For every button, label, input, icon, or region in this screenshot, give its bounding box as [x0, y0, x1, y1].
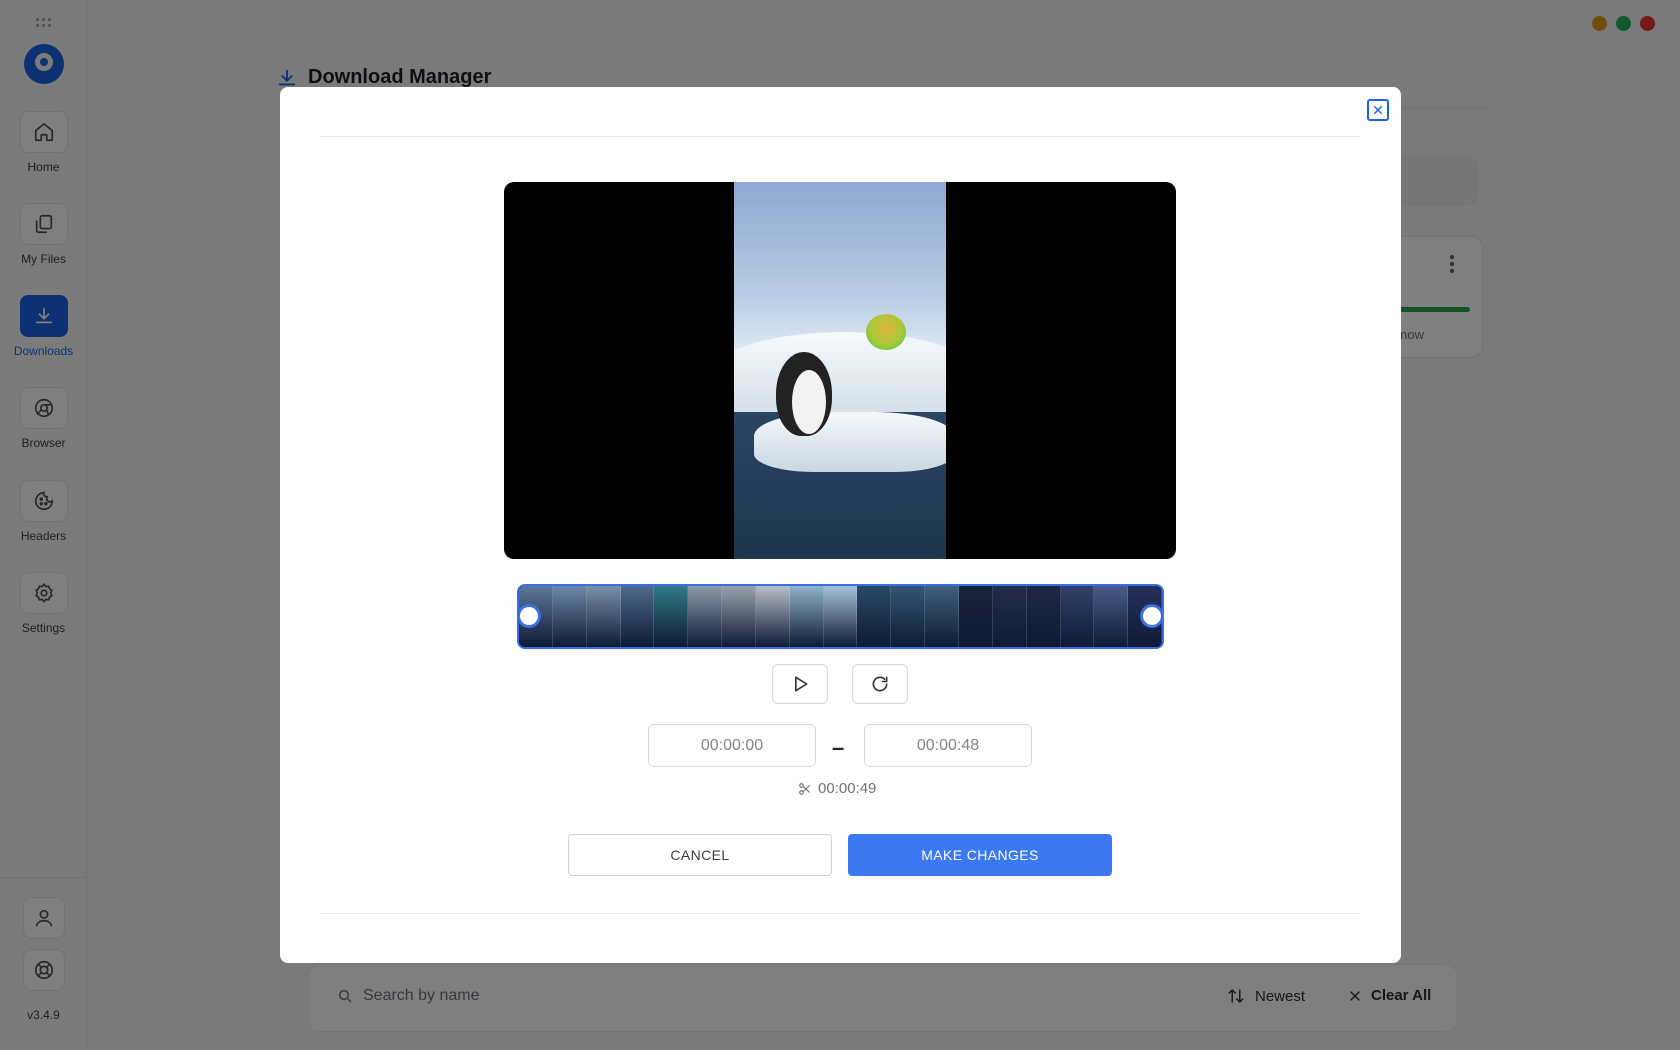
time-range-separator: –: [832, 735, 845, 760]
timeline-thumbnail: [958, 586, 993, 647]
trim-start-handle[interactable]: [517, 604, 541, 628]
timeline-thumbnail: [992, 586, 1027, 647]
timeline-thumbnail: [1060, 586, 1095, 647]
timeline-thumbnail: [891, 586, 926, 647]
timeline-thumbnail: [620, 586, 655, 647]
refresh-icon: [872, 676, 888, 692]
timeline-thumbnail: [586, 586, 621, 647]
timeline-thumbnail: [823, 586, 858, 647]
video-frame: [734, 182, 946, 559]
timeline-thumbnail: [755, 586, 790, 647]
timeline-thumbnail: [688, 586, 723, 647]
video-preview[interactable]: [504, 182, 1176, 559]
duration-value: 00:00:49: [818, 780, 877, 797]
trim-end-handle[interactable]: [1140, 604, 1164, 628]
cancel-button[interactable]: CANCEL: [568, 834, 832, 876]
end-time-input[interactable]: [864, 724, 1032, 767]
dialog-divider: [320, 136, 1360, 137]
timeline-thumbnail: [1094, 586, 1129, 647]
dialog-divider: [320, 913, 1360, 914]
reset-button[interactable]: [852, 664, 908, 704]
trim-video-dialog: – 00:00:49 CANCEL MAKE CHANGES: [280, 87, 1401, 963]
timeline-thumbnail: [552, 586, 587, 647]
timeline-thumbnail: [857, 586, 892, 647]
close-dialog-button[interactable]: [1367, 99, 1389, 121]
make-changes-button[interactable]: MAKE CHANGES: [848, 834, 1112, 876]
timeline-thumbnails[interactable]: [517, 584, 1164, 649]
timeline-thumbnail: [1026, 586, 1061, 647]
timeline-thumbnail: [925, 586, 959, 647]
timeline-thumbnail: [789, 586, 824, 647]
timeline-thumbnail: [654, 586, 689, 647]
trim-duration: 00:00:49: [798, 780, 876, 797]
timeline-thumbnail: [722, 586, 756, 647]
play-icon: [795, 676, 808, 692]
start-time-input[interactable]: [648, 724, 816, 767]
play-button[interactable]: [772, 664, 828, 704]
close-icon: [1373, 105, 1383, 115]
scissors-icon: [799, 782, 811, 795]
